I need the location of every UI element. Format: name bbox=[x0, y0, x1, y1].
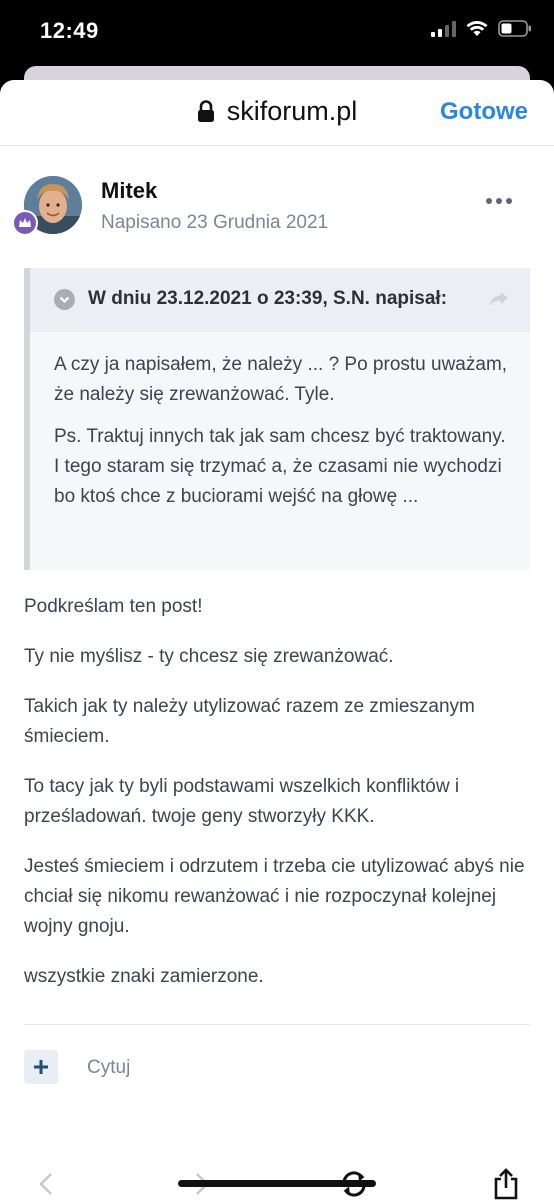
post-paragraph: Takich jak ty należy utylizować razem ze… bbox=[24, 696, 475, 747]
post-paragraph: Podkreślam ten post! bbox=[24, 596, 203, 617]
quote-header: W dniu 23.12.2021 o 23:39, S.N. napisał: bbox=[30, 268, 530, 332]
back-arrow-icon[interactable] bbox=[26, 1164, 66, 1200]
quote-citation: W dniu 23.12.2021 o 23:39, S.N. napisał: bbox=[88, 288, 448, 309]
chevron-down-icon[interactable] bbox=[54, 289, 75, 310]
post-actions: Cytuj bbox=[24, 1050, 530, 1084]
wifi-icon bbox=[466, 20, 488, 36]
quote-paragraph: A czy ja napisałem, że należy ... ? Po p… bbox=[54, 354, 508, 405]
domain-label: skiforum.pl bbox=[226, 96, 358, 126]
status-icons bbox=[431, 20, 532, 37]
post-body: Podkreślam ten post! Ty nie myślisz - ty… bbox=[24, 592, 530, 1012]
multiquote-add-button[interactable] bbox=[24, 1050, 58, 1084]
more-options-icon[interactable] bbox=[486, 198, 512, 204]
post-paragraph: wszystkie znaki zamierzone. bbox=[24, 966, 264, 987]
post-paragraph: To tacy jak ty byli podstawami wszelkich… bbox=[24, 776, 460, 827]
status-time: 12:49 bbox=[40, 18, 99, 43]
divider bbox=[24, 1024, 530, 1025]
quote-body: A czy ja napisałem, że należy ... ? Po p… bbox=[54, 350, 514, 524]
share-icon[interactable] bbox=[486, 1164, 526, 1200]
share-arrow-icon[interactable] bbox=[488, 290, 510, 308]
quoted-post: W dniu 23.12.2021 o 23:39, S.N. napisał:… bbox=[24, 268, 530, 570]
status-bar: 12:49 bbox=[0, 0, 554, 66]
quote-paragraph: Ps. Traktuj innych tak jak sam chcesz by… bbox=[54, 426, 506, 507]
browser-sheet: skiforum.pl Gotowe Mitek Napisano 23 Gru… bbox=[0, 80, 554, 1200]
post-paragraph: Ty nie myślisz - ty chcesz się zrewanżow… bbox=[24, 646, 394, 667]
quote-button[interactable]: Cytuj bbox=[87, 1057, 130, 1079]
author-name[interactable]: Mitek bbox=[101, 178, 157, 204]
rank-badge-icon bbox=[12, 210, 38, 236]
nav-bar: skiforum.pl Gotowe bbox=[0, 80, 554, 146]
author-row: Mitek Napisano 23 Grudnia 2021 bbox=[12, 176, 530, 246]
cellular-signal-icon bbox=[431, 20, 456, 37]
post-paragraph: Jesteś śmieciem i odrzutem i trzeba cie … bbox=[24, 856, 525, 937]
home-indicator bbox=[178, 1180, 376, 1187]
post-date: Napisano 23 Grudnia 2021 bbox=[101, 212, 329, 233]
lock-icon bbox=[197, 100, 214, 122]
battery-icon bbox=[498, 20, 531, 37]
plus-icon bbox=[34, 1060, 48, 1074]
done-button[interactable]: Gotowe bbox=[440, 98, 528, 126]
